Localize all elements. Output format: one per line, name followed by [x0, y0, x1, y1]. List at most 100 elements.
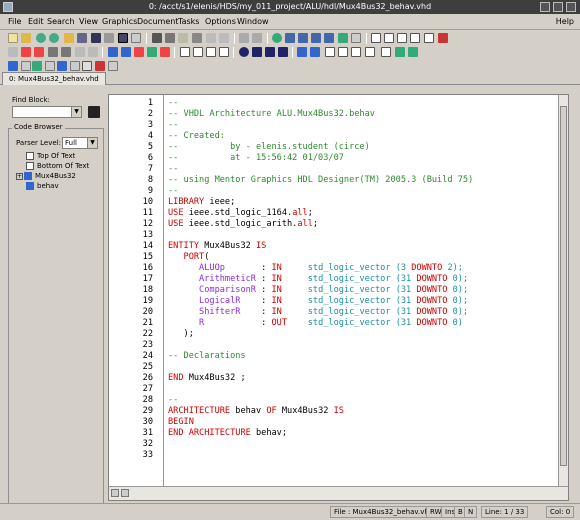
code-line[interactable]: ArithmeticR : IN std_logic_vector (31 DO…	[168, 274, 468, 284]
uppercase-icon[interactable]	[75, 47, 85, 57]
compile-icon[interactable]	[285, 33, 295, 43]
code-line[interactable]: -- by - elenis.student (circe)	[168, 142, 370, 152]
code-line[interactable]: ComparisonR : IN std_logic_vector (31 DO…	[168, 285, 468, 295]
lowercase-icon[interactable]	[88, 47, 98, 57]
open-folder-icon[interactable]	[21, 33, 31, 43]
outdent-icon[interactable]	[61, 47, 71, 57]
tree-node-bottom-of-text[interactable]: Bottom Of Text	[12, 162, 98, 172]
code-line[interactable]: ENTITY Mux4Bus32 IS	[168, 241, 266, 251]
cut-icon[interactable]	[152, 33, 162, 43]
layout-icon[interactable]	[424, 33, 434, 43]
scrollbar-thumb[interactable]	[560, 106, 567, 466]
code-line[interactable]: -- Created:	[168, 131, 225, 141]
synthesis-icon[interactable]	[95, 61, 105, 71]
expand-icon[interactable]	[310, 47, 320, 57]
generate-icon[interactable]	[32, 61, 42, 71]
indent-icon[interactable]	[48, 47, 58, 57]
screen-icon[interactable]	[118, 33, 128, 43]
delete-icon[interactable]	[192, 33, 202, 43]
back-icon[interactable]	[36, 33, 46, 43]
code-line[interactable]: END Mux4Bus32 ;	[168, 373, 246, 383]
split-view-icon[interactable]	[121, 489, 129, 497]
print-icon[interactable]	[104, 33, 114, 43]
dropdown-icon[interactable]	[21, 61, 31, 71]
split-icon[interactable]	[410, 33, 420, 43]
expand-icon[interactable]: +	[16, 172, 23, 180]
save-icon[interactable]	[91, 33, 101, 43]
tree-node-mux4bus32[interactable]: + Mux4Bus32	[12, 172, 98, 182]
tree-node-top-of-text[interactable]: Top Of Text	[12, 152, 98, 162]
dropdown-icon[interactable]	[131, 33, 141, 43]
chevron-down-icon[interactable]: ▼	[87, 138, 97, 148]
step-icon[interactable]	[252, 47, 262, 57]
code-line[interactable]: END ARCHITECTURE behav;	[168, 428, 287, 438]
font-size-icon[interactable]	[8, 47, 18, 57]
pause-icon[interactable]	[265, 47, 275, 57]
code-line[interactable]: --	[168, 120, 178, 130]
error-icon[interactable]	[134, 47, 144, 57]
entity-view-icon[interactable]	[180, 47, 190, 57]
tree-node-behav[interactable]: behav	[12, 182, 98, 192]
dropdown-icon[interactable]	[351, 33, 361, 43]
cascade-icon[interactable]	[397, 33, 407, 43]
undo-icon[interactable]	[239, 33, 249, 43]
check-syntax-icon[interactable]	[8, 61, 18, 71]
menu-edit[interactable]: Edit	[28, 17, 44, 26]
mark-all-icon[interactable]	[395, 47, 405, 57]
code-line[interactable]: ARCHITECTURE behav OF Mux4Bus32 IS	[168, 406, 344, 416]
code-line[interactable]: -- Declarations	[168, 351, 246, 361]
parser-level-select[interactable]: Full ▼	[62, 137, 98, 149]
code-line[interactable]: --	[168, 395, 178, 405]
hierarchy-icon[interactable]	[297, 47, 307, 57]
column-icon[interactable]	[351, 47, 361, 57]
code-line[interactable]: LogicalR : IN std_logic_vector (31 DOWNT…	[168, 296, 468, 306]
table-icon[interactable]	[365, 47, 375, 57]
code-line[interactable]: --	[168, 98, 178, 108]
dropdown-icon[interactable]	[108, 61, 118, 71]
grid-icon[interactable]	[381, 47, 391, 57]
code-line[interactable]: );	[168, 329, 194, 339]
find-icon[interactable]	[206, 33, 216, 43]
block-icon[interactable]	[338, 47, 348, 57]
redo-icon[interactable]	[252, 33, 262, 43]
run-icon[interactable]	[338, 33, 348, 43]
code-line[interactable]: BEGIN	[168, 417, 194, 427]
dropdown-icon[interactable]	[70, 61, 80, 71]
mark-icon[interactable]	[21, 47, 31, 57]
find-block-input[interactable]: ▼	[12, 106, 82, 118]
menu-document[interactable]: Document	[137, 17, 178, 26]
play-icon[interactable]	[278, 47, 288, 57]
scroll-left-icon[interactable]	[111, 489, 119, 497]
code-editor[interactable]: 1 2 3 4 5 6 7 8 9 10 11 12 13 14 15 16 17 18 19 20 21 22 23 24 2…	[108, 94, 569, 501]
dropdown-icon[interactable]	[45, 61, 55, 71]
chevron-down-icon[interactable]: ▼	[71, 107, 81, 117]
code-line[interactable]: USE ieee.std_logic_arith.all;	[168, 219, 318, 229]
tile-icon[interactable]	[384, 33, 394, 43]
tab-mux4bus32-behav[interactable]: 0: Mux4Bus32_behav.vhd	[2, 72, 106, 85]
compare-icon[interactable]	[193, 47, 203, 57]
menu-tasks[interactable]: Tasks	[178, 17, 199, 26]
flow-icon[interactable]	[324, 33, 334, 43]
simulator-icon[interactable]	[57, 61, 67, 71]
copy-icon[interactable]	[77, 33, 87, 43]
bookmark-icon[interactable]	[108, 47, 118, 57]
maximize-button[interactable]	[553, 2, 563, 12]
code-line[interactable]: R : OUT std_logic_vector (31 DOWNTO 0)	[168, 318, 463, 328]
code-line[interactable]: -- at - 15:56:42 01/03/07	[168, 153, 344, 163]
minimize-button[interactable]	[540, 2, 550, 12]
field-icon[interactable]	[325, 47, 335, 57]
code-line[interactable]: ALUOp : IN std_logic_vector (3 DOWNTO 2)…	[168, 263, 463, 273]
menu-help[interactable]: Help	[556, 17, 574, 26]
record-icon[interactable]	[239, 47, 249, 57]
unmark-icon[interactable]	[34, 47, 44, 57]
menu-window[interactable]: Window	[237, 17, 269, 26]
menu-search[interactable]: Search	[47, 17, 74, 26]
up-folder-icon[interactable]	[64, 33, 74, 43]
code-line[interactable]: ShifterR : IN std_logic_vector (31 DOWNT…	[168, 307, 468, 317]
compile-all-icon[interactable]	[408, 47, 418, 57]
copy-text-icon[interactable]	[165, 33, 175, 43]
paste-icon[interactable]	[178, 33, 188, 43]
code-line[interactable]: -- VHDL Architecture ALU.Mux4Bus32.behav	[168, 109, 375, 119]
new-file-icon[interactable]	[8, 33, 18, 43]
paragraph-icon[interactable]	[206, 47, 216, 57]
